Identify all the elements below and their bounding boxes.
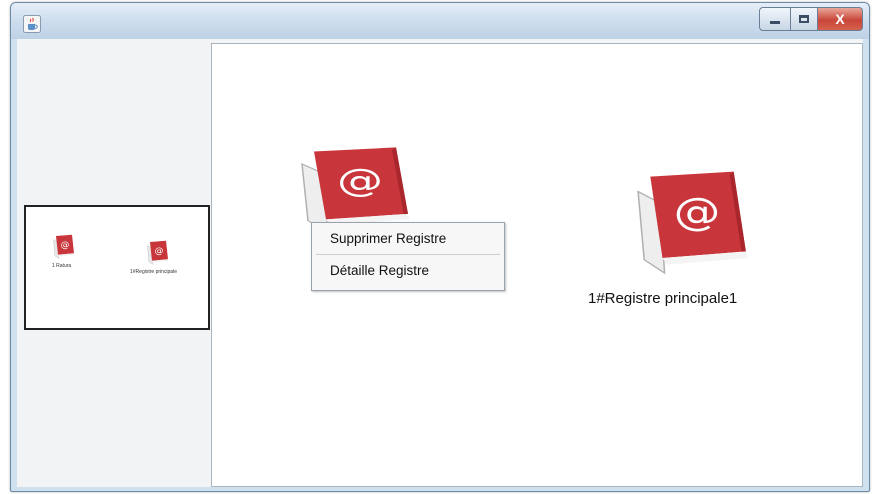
svg-text:@: @ (674, 190, 721, 235)
svg-text:@: @ (61, 241, 70, 251)
java-cup-icon[interactable] (23, 15, 41, 33)
overview-panel: @ 1 Ratura @ 1#Registre principale (17, 39, 210, 487)
context-menu: Supprimer Registre Détaille Registre (311, 222, 505, 291)
maximize-icon (799, 15, 809, 23)
register-canvas[interactable]: @ @ 1#Registre principale1 Supprimer Reg… (211, 43, 863, 487)
maximize-button[interactable] (791, 7, 818, 31)
svg-text:@: @ (155, 247, 164, 257)
minimize-button[interactable] (759, 7, 791, 31)
address-book-icon: @ (147, 240, 169, 265)
book-label: 1#Registre principale1 (588, 290, 738, 307)
overview-book-label: 1 Ratura (52, 263, 72, 269)
window-controls: X (759, 7, 863, 31)
close-button[interactable]: X (818, 7, 863, 31)
app-window: X @ 1 Ratura @ 1#Registre principale @ @… (10, 2, 870, 492)
window-client-area: @ 1 Ratura @ 1#Registre principale @ @ 1… (17, 39, 863, 487)
title-bar[interactable]: X (11, 3, 869, 39)
overview-book-label: 1#Registre principale (130, 269, 177, 275)
address-book-icon: @ (53, 234, 75, 259)
minimize-icon (770, 20, 780, 24)
close-icon: X (835, 11, 845, 27)
svg-text:@: @ (337, 163, 383, 200)
address-book-icon[interactable]: @ (632, 170, 754, 278)
menu-item-detaille-registre[interactable]: Détaille Registre (312, 255, 504, 286)
menu-item-supprimer-registre[interactable]: Supprimer Registre (312, 223, 504, 254)
overview-viewport[interactable]: @ 1 Ratura @ 1#Registre principale (24, 205, 210, 330)
